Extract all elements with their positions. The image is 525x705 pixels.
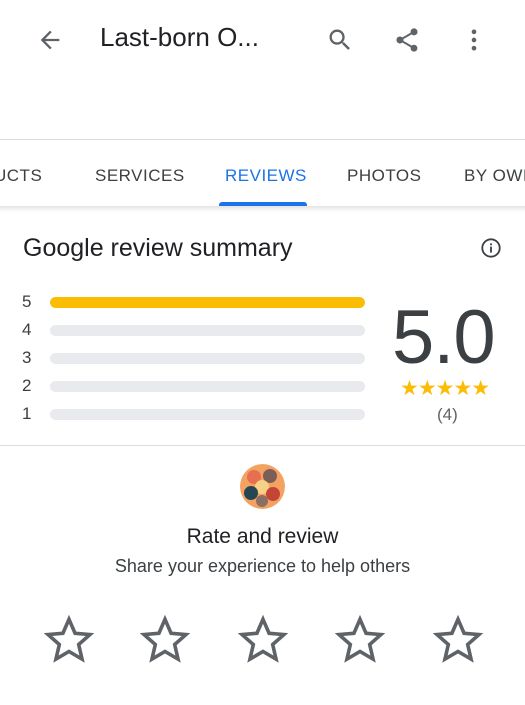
rating-bar-fill — [50, 297, 365, 308]
more-options-button[interactable] — [452, 18, 496, 62]
star-outline-icon — [334, 614, 386, 663]
info-icon[interactable] — [480, 237, 502, 259]
rate-and-review-title: Rate and review — [186, 525, 339, 548]
avatar — [240, 464, 285, 509]
more-vert-icon — [471, 29, 477, 51]
section-divider — [0, 445, 525, 446]
rating-bar-track — [50, 325, 365, 336]
back-button[interactable] — [28, 18, 72, 62]
star-outline-icon — [43, 614, 95, 663]
tab-photos[interactable]: PHOTOS — [347, 166, 421, 186]
star-outline-icon — [139, 614, 191, 663]
rating-bar-track — [50, 381, 365, 392]
rating-bar-track — [50, 409, 365, 420]
rating-bar-label: 3 — [22, 348, 32, 367]
page-title: Last-born O... — [100, 22, 259, 52]
rating-bar-row: 4 — [0, 320, 380, 340]
tab-reviews[interactable]: REVIEWS — [225, 166, 307, 186]
review-summary-title: Google review summary — [23, 234, 293, 262]
rating-bar-track — [50, 353, 365, 364]
rating-bar-row: 3 — [0, 348, 380, 368]
tab-products[interactable]: UCTS — [0, 166, 42, 186]
tab-bar: UCTS SERVICES REVIEWS PHOTOS BY OWI — [0, 140, 525, 208]
rating-stars: ★★★★★ — [400, 377, 490, 400]
star-outline-icon — [237, 614, 289, 663]
rating-bar-label: 5 — [22, 292, 32, 311]
rate-star-4-button[interactable] — [332, 612, 388, 668]
rate-star-3-button[interactable] — [235, 612, 291, 668]
rate-star-1-button[interactable] — [41, 612, 97, 668]
average-rating: 5.0 — [392, 295, 496, 380]
rate-and-review-subtitle: Share your experience to help others — [114, 556, 411, 576]
rating-bar-label: 4 — [22, 320, 32, 339]
tab-services[interactable]: SERVICES — [95, 166, 185, 186]
rating-bar-row: 2 — [0, 376, 380, 396]
rating-bar-row: 5 — [0, 292, 380, 312]
share-button[interactable] — [385, 18, 429, 62]
arrow-left-icon — [40, 30, 60, 50]
rating-bar-track — [50, 297, 365, 308]
review-count[interactable]: (4) — [437, 405, 458, 425]
tab-bar-shadow — [0, 206, 525, 212]
search-icon — [329, 29, 350, 50]
tab-by-owner[interactable]: BY OWI — [464, 166, 525, 186]
rate-star-5-button[interactable] — [430, 612, 486, 668]
rating-bar-label: 2 — [22, 376, 32, 395]
star-outline-icon — [432, 614, 484, 663]
search-button[interactable] — [318, 18, 362, 62]
top-app-bar: Last-born O... — [0, 0, 525, 80]
rate-star-2-button[interactable] — [137, 612, 193, 668]
share-icon — [396, 28, 418, 52]
rating-bar-label: 1 — [22, 404, 32, 423]
rating-bar-row: 1 — [0, 404, 380, 424]
